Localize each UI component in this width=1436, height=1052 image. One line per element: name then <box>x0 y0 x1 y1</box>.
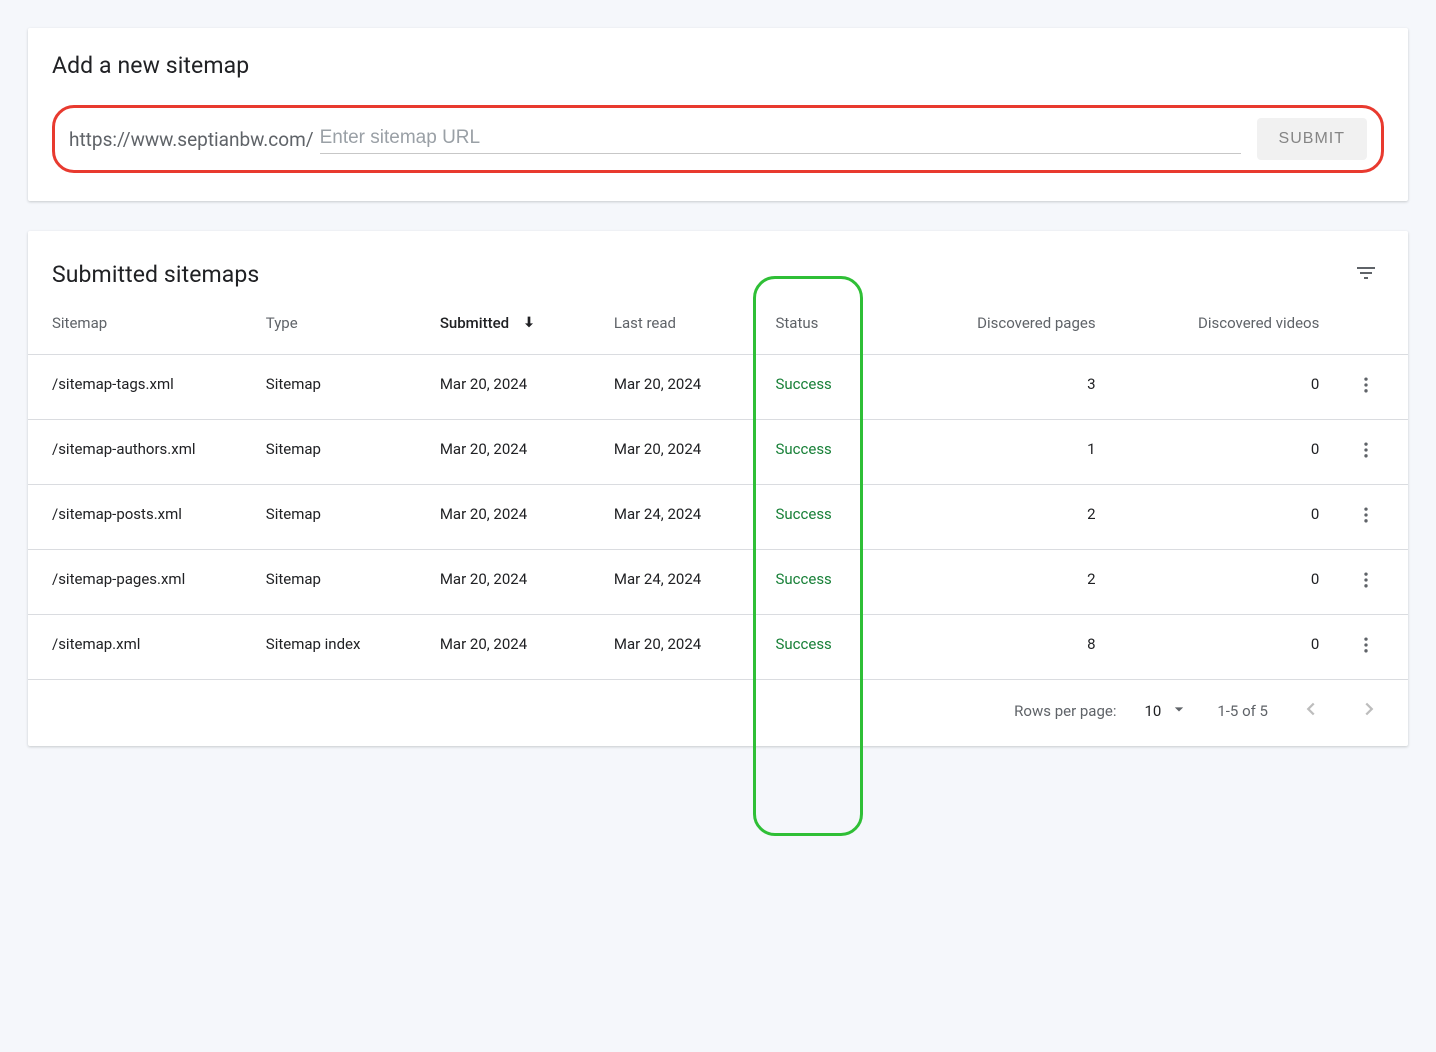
cell-submitted: Mar 20, 2024 <box>426 420 600 485</box>
cell-type: Sitemap index <box>252 615 426 680</box>
cell-sitemap: /sitemap-posts.xml <box>28 485 252 550</box>
status-badge: Success <box>775 570 831 588</box>
cell-type: Sitemap <box>252 550 426 615</box>
col-sitemap[interactable]: Sitemap <box>28 294 252 355</box>
next-page-button[interactable] <box>1354 694 1384 728</box>
rows-per-page-label: Rows per page: <box>1014 702 1116 720</box>
cell-type: Sitemap <box>252 355 426 420</box>
arrow-down-icon <box>521 314 537 334</box>
row-menu-button[interactable] <box>1356 505 1376 529</box>
cell-submitted: Mar 20, 2024 <box>426 550 600 615</box>
status-badge: Success <box>775 635 831 653</box>
rows-per-page-value: 10 <box>1144 702 1161 720</box>
dropdown-icon <box>1169 699 1189 723</box>
cell-pages: 2 <box>886 485 1110 550</box>
add-sitemap-card: Add a new sitemap https://www.septianbw.… <box>28 28 1408 201</box>
table-row[interactable]: /sitemap-posts.xml Sitemap Mar 20, 2024 … <box>28 485 1408 550</box>
cell-last-read: Mar 20, 2024 <box>600 420 762 485</box>
cell-submitted: Mar 20, 2024 <box>426 615 600 680</box>
more-vert-icon <box>1356 440 1376 464</box>
cell-last-read: Mar 24, 2024 <box>600 550 762 615</box>
col-last-read[interactable]: Last read <box>600 294 762 355</box>
submit-button[interactable]: SUBMIT <box>1257 118 1367 160</box>
cell-videos: 0 <box>1110 355 1334 420</box>
submitted-sitemaps-card: Submitted sitemaps Sitemap Type Submitte… <box>28 231 1408 746</box>
col-status[interactable]: Status <box>761 294 885 355</box>
filter-button[interactable] <box>1348 255 1384 294</box>
cell-last-read: Mar 24, 2024 <box>600 485 762 550</box>
more-vert-icon <box>1356 505 1376 529</box>
more-vert-icon <box>1356 375 1376 399</box>
col-type[interactable]: Type <box>252 294 426 355</box>
cell-last-read: Mar 20, 2024 <box>600 355 762 420</box>
submitted-sitemaps-title: Submitted sitemaps <box>52 261 259 288</box>
col-discovered-videos[interactable]: Discovered videos <box>1110 294 1334 355</box>
table-row[interactable]: /sitemap-tags.xml Sitemap Mar 20, 2024 M… <box>28 355 1408 420</box>
add-sitemap-title: Add a new sitemap <box>52 52 1384 79</box>
row-menu-button[interactable] <box>1356 440 1376 464</box>
status-badge: Success <box>775 440 831 458</box>
cell-pages: 1 <box>886 420 1110 485</box>
table-header-row: Sitemap Type Submitted Last read Status … <box>28 294 1408 355</box>
cell-pages: 8 <box>886 615 1110 680</box>
table-row[interactable]: /sitemap-authors.xml Sitemap Mar 20, 202… <box>28 420 1408 485</box>
col-discovered-pages[interactable]: Discovered pages <box>886 294 1110 355</box>
cell-sitemap: /sitemap-pages.xml <box>28 550 252 615</box>
cell-videos: 0 <box>1110 485 1334 550</box>
filter-icon <box>1354 261 1378 288</box>
cell-submitted: Mar 20, 2024 <box>426 485 600 550</box>
more-vert-icon <box>1356 570 1376 594</box>
sitemap-url-input[interactable] <box>320 125 1241 154</box>
sitemap-url-prefix: https://www.septianbw.com/ <box>69 128 314 151</box>
row-menu-button[interactable] <box>1356 635 1376 659</box>
sitemaps-table: Sitemap Type Submitted Last read Status … <box>28 294 1408 680</box>
cell-last-read: Mar 20, 2024 <box>600 615 762 680</box>
cell-type: Sitemap <box>252 485 426 550</box>
cell-sitemap: /sitemap.xml <box>28 615 252 680</box>
cell-videos: 0 <box>1110 615 1334 680</box>
cell-videos: 0 <box>1110 550 1334 615</box>
prev-page-button[interactable] <box>1296 694 1326 728</box>
pagination-bar: Rows per page: 10 1-5 of 5 <box>28 680 1408 746</box>
col-actions <box>1333 294 1408 355</box>
chevron-left-icon <box>1300 706 1322 724</box>
more-vert-icon <box>1356 635 1376 659</box>
cell-pages: 3 <box>886 355 1110 420</box>
rows-per-page-select[interactable]: 10 <box>1144 699 1189 723</box>
cell-pages: 2 <box>886 550 1110 615</box>
cell-submitted: Mar 20, 2024 <box>426 355 600 420</box>
status-badge: Success <box>775 375 831 393</box>
table-row[interactable]: /sitemap-pages.xml Sitemap Mar 20, 2024 … <box>28 550 1408 615</box>
cell-sitemap: /sitemap-authors.xml <box>28 420 252 485</box>
row-menu-button[interactable] <box>1356 375 1376 399</box>
col-submitted[interactable]: Submitted <box>426 294 600 355</box>
cell-videos: 0 <box>1110 420 1334 485</box>
cell-type: Sitemap <box>252 420 426 485</box>
chevron-right-icon <box>1358 706 1380 724</box>
row-menu-button[interactable] <box>1356 570 1376 594</box>
add-sitemap-input-row: https://www.septianbw.com/ SUBMIT <box>52 105 1384 173</box>
table-row[interactable]: /sitemap.xml Sitemap index Mar 20, 2024 … <box>28 615 1408 680</box>
cell-sitemap: /sitemap-tags.xml <box>28 355 252 420</box>
status-badge: Success <box>775 505 831 523</box>
pagination-range: 1-5 of 5 <box>1217 702 1268 720</box>
